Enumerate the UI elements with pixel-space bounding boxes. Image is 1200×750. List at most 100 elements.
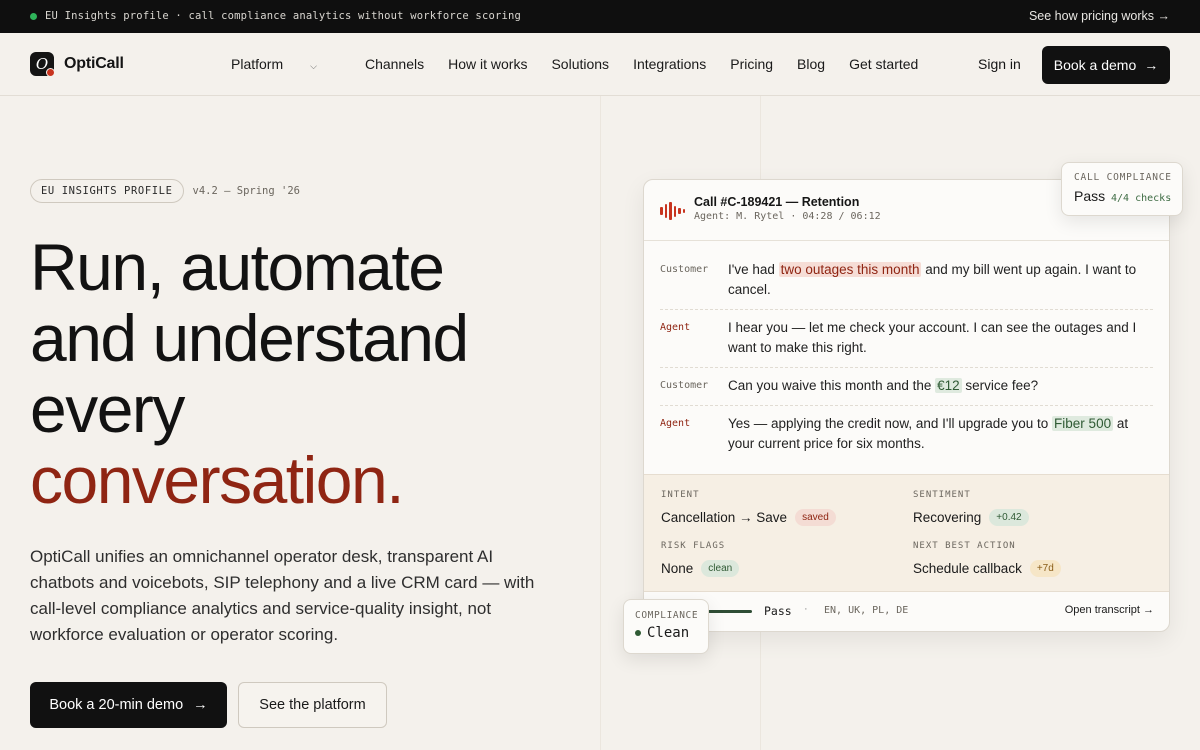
open-transcript-link[interactable]: Open transcript → bbox=[1065, 604, 1154, 616]
highlighted-phrase: two outages this month bbox=[778, 262, 922, 277]
transcript-line: Agent Yes — applying the credit now, and… bbox=[660, 406, 1153, 463]
highlighted-phrase: Fiber 500 bbox=[1052, 416, 1114, 431]
sentiment-insight: SENTIMENT Recovering +0.42 bbox=[913, 490, 1029, 526]
arrow-right-icon: → bbox=[193, 697, 208, 713]
message-part: Yes — applying the credit now, and I'll … bbox=[728, 416, 1053, 431]
separator: · bbox=[804, 603, 808, 615]
status-dot-icon bbox=[30, 12, 37, 20]
call-compliance-card: CALL COMPLIANCE Pass 4/4 checks bbox=[1061, 162, 1183, 216]
headline-accent: conversation. bbox=[30, 443, 405, 517]
message-part: Can you waive this month and the bbox=[728, 378, 936, 393]
insight-value: Cancellation → Save saved bbox=[661, 509, 836, 526]
nav-item-how-it-works[interactable]: How it works bbox=[448, 56, 527, 72]
book-demo-button[interactable]: Book a demo → bbox=[1042, 46, 1170, 84]
headline-line: and understand bbox=[30, 301, 469, 375]
nav-item-integrations[interactable]: Integrations bbox=[633, 56, 706, 72]
call-compliance-label: CALL COMPLIANCE bbox=[1074, 172, 1172, 183]
status-badge: saved bbox=[795, 509, 836, 526]
announcement-text: EU Insights profile · call compliance an… bbox=[45, 10, 522, 22]
insight-value: None clean bbox=[661, 560, 740, 577]
call-compliance-value: Pass 4/4 checks bbox=[1074, 188, 1171, 204]
compliance-status: Pass bbox=[1074, 188, 1106, 204]
compliance-clean-card: COMPLIANCE Clean bbox=[623, 599, 709, 654]
nav-item-solutions[interactable]: Solutions bbox=[551, 56, 609, 72]
nav-item-get-started[interactable]: Get started bbox=[849, 56, 918, 72]
message-text: I hear you — let me check your account. … bbox=[728, 320, 1137, 355]
call-card: Call #C-189421 — Retention Agent: M. Ryt… bbox=[643, 179, 1170, 632]
nav-item-platform[interactable]: Platform ⌵ bbox=[231, 56, 341, 72]
next-best-action-insight: NEXT BEST ACTION Schedule callback +7d bbox=[913, 541, 1061, 577]
see-platform-button[interactable]: See the platform bbox=[238, 682, 387, 728]
transcript: Customer I've had two outages this month… bbox=[660, 252, 1153, 463]
transcript-line: Agent I hear you — let me check your acc… bbox=[660, 310, 1153, 368]
version-badge-row: EU INSIGHTS PROFILE v4.2 — Spring '26 bbox=[30, 179, 300, 203]
announcement-bar: EU Insights profile · call compliance an… bbox=[0, 0, 1200, 33]
speaker-label: Customer bbox=[660, 264, 709, 275]
message-part: service fee? bbox=[961, 378, 1039, 393]
message-text: Can you waive this month and the €12 ser… bbox=[728, 376, 1038, 396]
book-demo-label: Book a demo bbox=[1053, 57, 1137, 73]
pass-status: Pass bbox=[764, 604, 792, 618]
insight-text: Recovering bbox=[913, 510, 982, 525]
headline-line: Run, automate bbox=[30, 230, 445, 304]
hero-description: OptiCall unifies an omnichannel operator… bbox=[30, 547, 535, 644]
insight-text: Schedule callback bbox=[913, 561, 1022, 576]
status-badge: +7d bbox=[1029, 560, 1061, 577]
progress-fill bbox=[708, 610, 752, 613]
main-nav: O OptiCall Platform ⌵ Channels How it wor… bbox=[0, 33, 1200, 96]
insight-label: SENTIMENT bbox=[913, 490, 971, 500]
message-text: I've had two outages this month and my b… bbox=[728, 260, 1153, 300]
nav-item-blog[interactable]: Blog bbox=[797, 56, 825, 72]
compliance-progress-bar bbox=[708, 610, 752, 613]
guide-line bbox=[600, 96, 601, 750]
nav-item-label: Platform bbox=[231, 56, 284, 72]
insight-text: Cancellation → Save bbox=[661, 510, 788, 525]
compliance-label: COMPLIANCE bbox=[635, 610, 699, 621]
audio-waveform-icon bbox=[660, 202, 687, 220]
arrow-right-icon: → bbox=[1144, 57, 1159, 73]
compliance-clean-text: Clean bbox=[647, 625, 690, 641]
transcript-line: Customer I've had two outages this month… bbox=[660, 252, 1153, 310]
version-label: v4.2 — Spring '26 bbox=[192, 185, 300, 197]
transcript-line: Customer Can you waive this month and th… bbox=[660, 368, 1153, 406]
logo-dot-icon bbox=[46, 68, 55, 77]
insight-value: Recovering +0.42 bbox=[913, 509, 1029, 526]
risk-flags-insight: RISK FLAGS None clean bbox=[661, 541, 740, 577]
speaker-label: Customer bbox=[660, 380, 709, 391]
brand-name: OptiCall bbox=[64, 55, 124, 72]
message-text: Yes — applying the credit now, and I'll … bbox=[728, 414, 1153, 454]
announcement: EU Insights profile · call compliance an… bbox=[30, 10, 521, 22]
speaker-label: Agent bbox=[660, 418, 691, 429]
hero-headline: Run, automate and understand every conve… bbox=[30, 230, 469, 517]
logo[interactable]: O OptiCall bbox=[30, 52, 124, 77]
insights-panel: INTENT Cancellation → Save saved SENTIMEN… bbox=[644, 474, 1169, 592]
call-subtitle: Agent: M. Rytel · 04:28 / 06:12 bbox=[694, 211, 881, 222]
message-part: I've had bbox=[728, 262, 779, 277]
status-badge: clean bbox=[701, 560, 740, 577]
insight-value: Schedule callback +7d bbox=[913, 560, 1061, 577]
status-dot-icon bbox=[635, 630, 641, 636]
call-card-footer: Pass · EN, UK, PL, DE Open transcript → bbox=[644, 592, 1169, 631]
speaker-label: Agent bbox=[660, 322, 691, 333]
book-20-min-demo-button[interactable]: Book a 20-min demo → bbox=[30, 682, 227, 728]
intent-insight: INTENT Cancellation → Save saved bbox=[661, 490, 836, 526]
cta-primary-label: Book a 20-min demo bbox=[49, 697, 184, 713]
nav-item-pricing[interactable]: Pricing bbox=[730, 56, 773, 72]
nav-item-channels[interactable]: Channels bbox=[365, 56, 424, 72]
pricing-link[interactable]: See how pricing works → bbox=[1029, 9, 1170, 23]
chevron-down-icon: ⌵ bbox=[310, 61, 317, 71]
insight-label: RISK FLAGS bbox=[661, 541, 726, 551]
sign-in-link[interactable]: Sign in bbox=[978, 56, 1021, 72]
insight-label: INTENT bbox=[661, 490, 700, 500]
logo-mark-icon: O bbox=[30, 52, 55, 77]
call-title: Call #C-189421 — Retention bbox=[694, 195, 860, 209]
headline-line: every bbox=[30, 372, 185, 446]
insight-text: None bbox=[661, 561, 694, 576]
checks-count: 4/4 checks bbox=[1111, 193, 1172, 204]
highlighted-phrase: €12 bbox=[935, 378, 962, 393]
compliance-value: Clean bbox=[635, 625, 689, 641]
profile-badge: EU INSIGHTS PROFILE bbox=[30, 179, 184, 203]
nav-menu: Platform ⌵ Channels How it works Solution… bbox=[231, 56, 942, 72]
languages-list: EN, UK, PL, DE bbox=[824, 605, 909, 616]
insight-label: NEXT BEST ACTION bbox=[913, 541, 1016, 551]
